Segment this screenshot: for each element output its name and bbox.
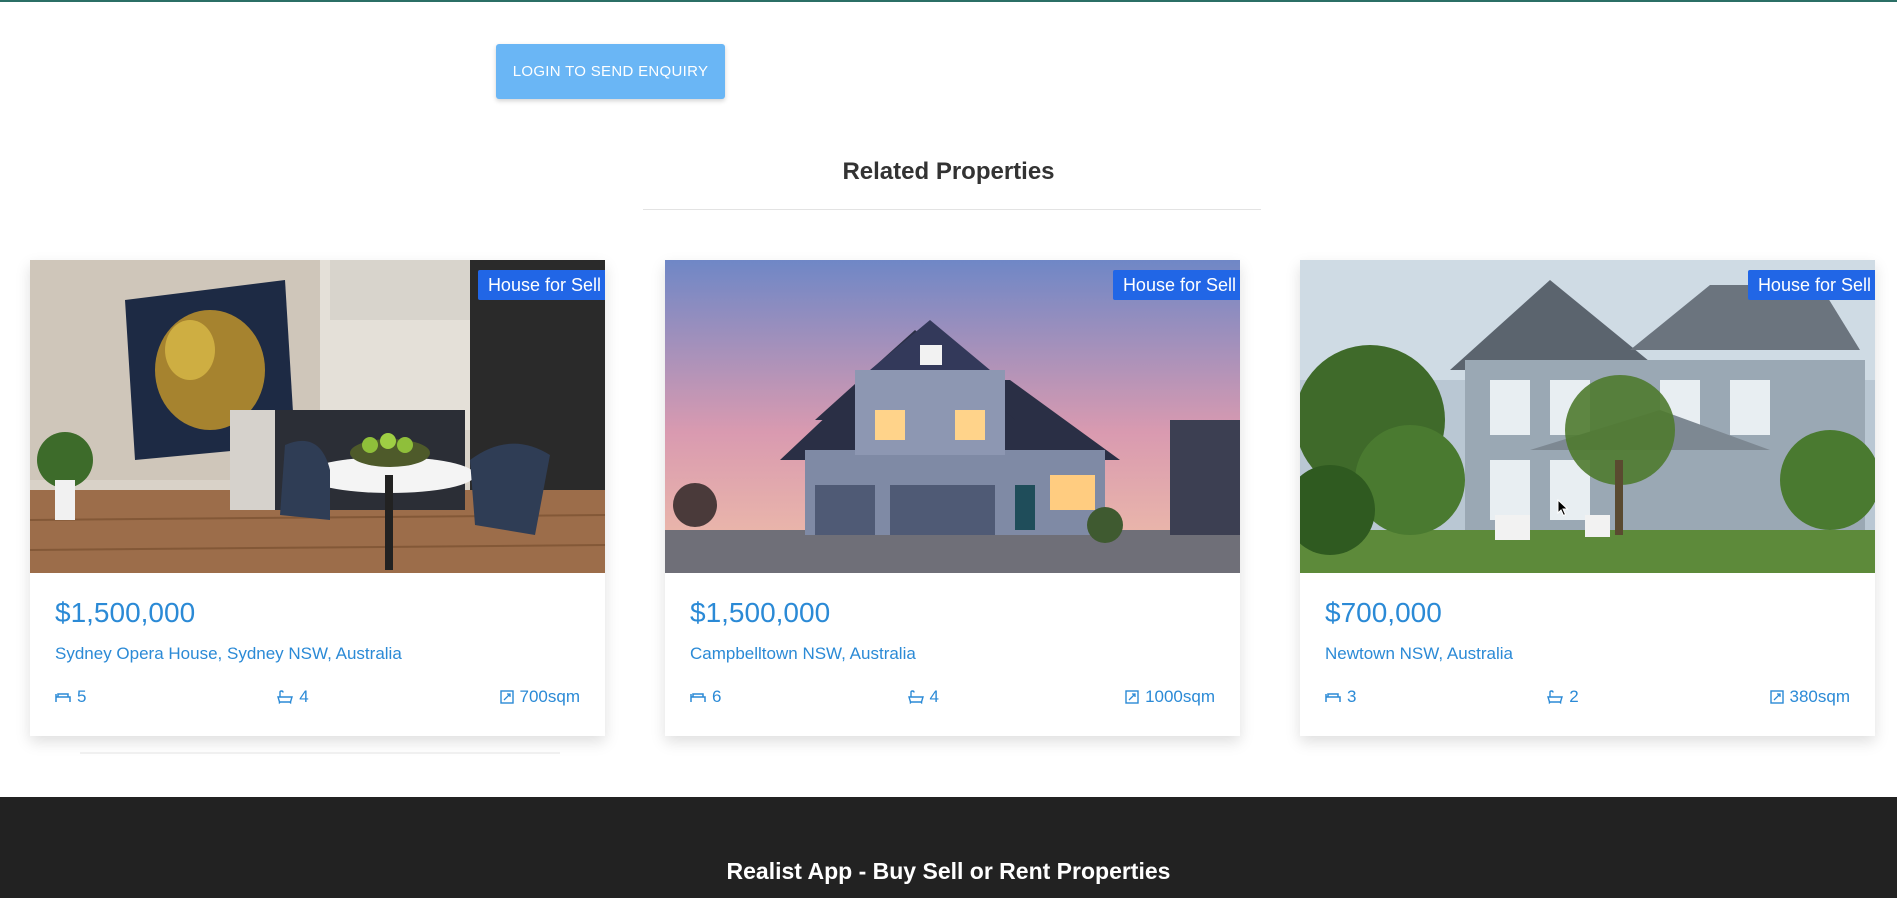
bathrooms-stat: 4: [277, 687, 309, 707]
bathrooms-stat: 2: [1547, 687, 1579, 707]
page: LOGIN TO SEND ENQUIRY Related Properties: [0, 0, 1897, 898]
top-divider: [0, 0, 1897, 2]
bathtub-icon: [1547, 690, 1564, 704]
bed-icon: [55, 693, 71, 702]
bathrooms-count: 4: [929, 687, 939, 706]
bedrooms-count: 3: [1347, 687, 1357, 706]
area-stat: 380sqm: [1769, 687, 1850, 707]
bathrooms-count: 2: [1569, 687, 1579, 706]
area-icon: [499, 690, 514, 704]
bedrooms-count: 6: [712, 687, 722, 706]
property-image-kitchen[interactable]: House for Sell: [30, 260, 605, 573]
mouse-cursor-icon: [1557, 499, 1569, 517]
property-address[interactable]: Sydney Opera House, Sydney NSW, Australi…: [55, 644, 402, 664]
listing-type-badge: House for Sell: [1112, 270, 1240, 300]
area-value: 380sqm: [1789, 687, 1850, 706]
property-card[interactable]: House for Sell $1,500,000 Sydney Opera H…: [30, 260, 605, 736]
area-value: 700sqm: [519, 687, 580, 706]
property-image-house-dusk[interactable]: House for Sell: [665, 260, 1240, 573]
bathrooms-count: 4: [299, 687, 309, 706]
footer-title: Realist App - Buy Sell or Rent Propertie…: [726, 858, 1171, 884]
login-to-send-enquiry-button[interactable]: LOGIN TO SEND ENQUIRY: [496, 44, 725, 99]
property-price: $1,500,000: [690, 597, 831, 628]
property-image-grey-house[interactable]: House for Sell: [1300, 260, 1875, 573]
listing-type-badge: House for Sell: [477, 270, 605, 300]
area-stat: 700sqm: [499, 687, 580, 707]
property-stats: 5 4 700sqm: [55, 687, 580, 707]
section-divider: [643, 209, 1261, 210]
bathtub-icon: [907, 690, 924, 704]
property-card[interactable]: House for Sell $1,500,000 Campbelltown N…: [665, 260, 1240, 736]
property-price: $1,500,000: [55, 597, 196, 628]
bed-icon: [1325, 693, 1341, 702]
bathrooms-stat: 4: [907, 687, 939, 707]
related-properties-title: Related Properties: [842, 158, 1055, 185]
bedrooms-stat: 3: [1325, 687, 1356, 707]
property-stats: 6 4 1000sqm: [690, 687, 1215, 707]
footer: Realist App - Buy Sell or Rent Propertie…: [0, 797, 1897, 898]
area-icon: [1125, 690, 1139, 704]
listing-type-badge: House for Sell: [1747, 270, 1875, 300]
property-stats: 3 2 380sqm: [1325, 687, 1850, 707]
property-address[interactable]: Campbelltown NSW, Australia: [690, 644, 916, 664]
bedrooms-stat: 5: [55, 687, 86, 707]
bathtub-icon: [277, 690, 294, 704]
bedrooms-count: 5: [77, 687, 87, 706]
area-value: 1000sqm: [1145, 687, 1215, 706]
property-card[interactable]: House for Sell $700,000 Newtown NSW, Aus…: [1300, 260, 1875, 736]
bed-icon: [690, 693, 706, 702]
bedrooms-stat: 6: [690, 687, 721, 707]
property-price: $700,000: [1325, 597, 1442, 628]
area-icon: [1769, 690, 1784, 704]
property-address[interactable]: Newtown NSW, Australia: [1325, 644, 1513, 664]
divider: [80, 752, 560, 754]
area-stat: 1000sqm: [1125, 687, 1215, 707]
